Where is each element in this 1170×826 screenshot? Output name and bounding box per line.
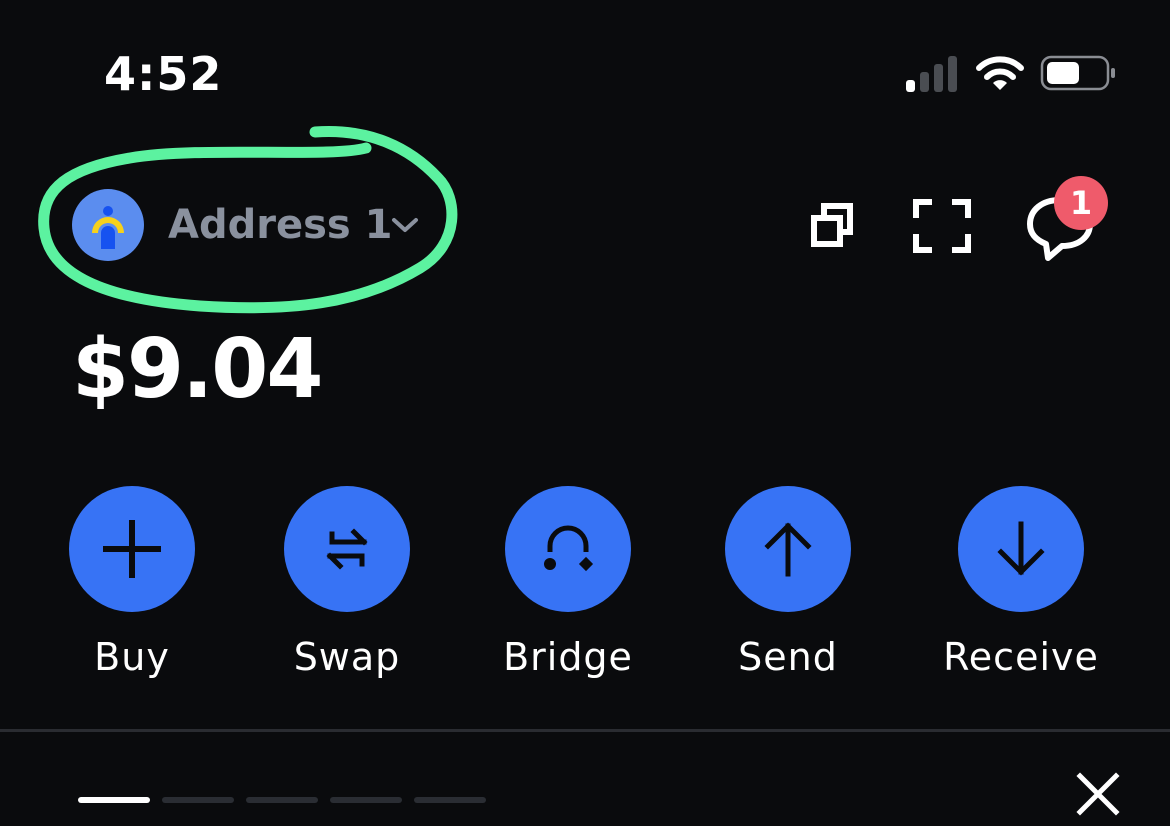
pager-dot-active[interactable] (78, 797, 150, 803)
copy-address-button[interactable] (794, 190, 874, 270)
buy-circle (69, 486, 195, 612)
cellular-signal-icon (906, 56, 957, 92)
person-avatar-icon (92, 206, 124, 249)
avatar (72, 189, 144, 261)
account-name: Address 1 (168, 202, 393, 248)
account-switcher[interactable]: Address 1 (56, 178, 436, 278)
pager-dot[interactable] (162, 797, 234, 803)
receive-button[interactable]: Receive (931, 486, 1111, 686)
close-icon (1076, 772, 1120, 816)
balance-amount: $9.04 (72, 322, 323, 417)
swap-arrows-icon (326, 528, 368, 570)
swap-label: Swap (293, 635, 401, 679)
plus-icon (103, 520, 161, 578)
pager-dot[interactable] (246, 797, 318, 803)
buy-button[interactable]: Buy (42, 486, 222, 686)
receive-circle (958, 486, 1084, 612)
bridge-circle (505, 486, 631, 612)
send-circle (725, 486, 851, 612)
bridge-label: Bridge (503, 635, 633, 679)
send-button[interactable]: Send (698, 486, 878, 686)
swap-circle (284, 486, 410, 612)
bridge-button[interactable]: Bridge (478, 486, 658, 686)
chevron-down-icon (392, 218, 418, 232)
pager-dot[interactable] (330, 797, 402, 803)
pager-dot[interactable] (414, 797, 486, 803)
send-label: Send (738, 635, 838, 679)
qr-scan-icon (913, 199, 971, 253)
copy-icon (811, 203, 853, 247)
buy-label: Buy (94, 635, 170, 679)
section-divider (0, 729, 1170, 732)
battery-icon (1040, 55, 1115, 91)
notification-badge: 1 (1054, 176, 1108, 230)
bridge-icon (544, 525, 594, 572)
close-button[interactable] (1070, 766, 1126, 822)
receive-label: Receive (943, 635, 1099, 679)
messages-button[interactable]: 1 (1024, 176, 1108, 270)
status-bar: 4:52 (0, 0, 1170, 150)
arrow-up-icon (764, 522, 812, 577)
swap-button[interactable]: Swap (257, 486, 437, 686)
arrow-down-icon (997, 521, 1045, 576)
scan-qr-button[interactable] (902, 190, 982, 270)
status-time: 4:52 (104, 47, 223, 101)
wifi-icon (976, 56, 1024, 90)
status-icons (900, 50, 1130, 100)
